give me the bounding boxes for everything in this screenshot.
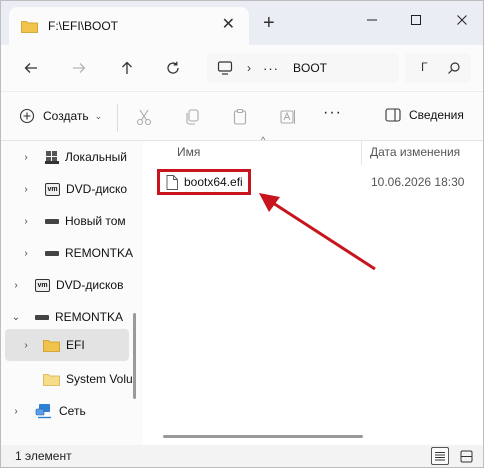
horizontal-scrollbar[interactable] [163, 435, 363, 438]
search-icon [448, 62, 460, 74]
close-window-button[interactable] [447, 7, 477, 33]
details-pane-button[interactable]: Сведения [385, 108, 464, 122]
arrow-right-icon [73, 63, 86, 73]
maximize-button[interactable] [401, 7, 431, 33]
title-bar: F:\EFI\BOOT ✕ + [1, 1, 483, 45]
sidebar-item-label: System Volu [66, 372, 133, 386]
sidebar-item-dvd-1[interactable]: › vm DVD-диско [1, 173, 143, 205]
sidebar-item-local-disk[interactable]: › Локальный [1, 141, 143, 173]
chevron-right-icon[interactable]: › [19, 184, 33, 195]
arrow-up-icon [122, 61, 132, 74]
address-bar[interactable]: › ··· BOOT [207, 53, 399, 83]
chevron-right-icon[interactable]: › [19, 248, 33, 259]
navigation-bar: › ··· BOOT Г [1, 45, 483, 91]
breadcrumb-chevron-icon[interactable]: › [247, 61, 251, 75]
folder-icon [21, 20, 38, 33]
copy-button[interactable] [181, 106, 203, 128]
sidebar-item-label: DVD-диско [66, 182, 128, 196]
chevron-right-icon[interactable]: › [19, 152, 33, 163]
plus-circle-icon [19, 108, 35, 124]
command-bar: Создать ⌄ ··· Сведения [1, 91, 483, 141]
sidebar-item-system-volume[interactable]: System Volu [1, 363, 143, 395]
sidebar-item-label: Локальный [65, 150, 127, 164]
item-count: 1 элемент [15, 449, 72, 463]
chevron-right-icon[interactable]: › [19, 216, 33, 227]
refresh-icon [167, 61, 179, 74]
back-button[interactable] [19, 56, 43, 80]
folder-icon [43, 373, 60, 386]
annotation-arrow [259, 193, 376, 271]
vm-dvd-icon: vm [45, 182, 60, 196]
vm-dvd-icon: vm [35, 278, 50, 292]
more-options-button[interactable]: ··· [323, 104, 342, 122]
sidebar-item-network[interactable]: › Сеть [1, 395, 143, 427]
chevron-right-icon[interactable]: › [19, 340, 33, 351]
status-bar: 1 элемент [1, 445, 483, 467]
breadcrumb-more[interactable]: ··· [263, 61, 279, 76]
chevron-right-icon[interactable]: › [9, 406, 23, 417]
create-label: Создать [43, 109, 89, 123]
search-box[interactable]: Г [405, 53, 471, 83]
up-button[interactable] [115, 56, 139, 80]
sidebar-item-label: DVD-дисков [56, 278, 124, 292]
details-pane-icon [385, 108, 401, 122]
tab-title: F:\EFI\BOOT [48, 19, 119, 33]
chevron-down-icon[interactable]: ⌄ [9, 312, 23, 323]
refresh-button[interactable] [161, 56, 185, 80]
sidebar-item-label: REMONTKA [55, 310, 124, 324]
local-drive-icon [45, 150, 59, 164]
rename-button[interactable] [277, 106, 299, 128]
chevron-down-icon: ⌄ [94, 110, 103, 121]
chevron-right-icon[interactable]: › [9, 280, 23, 291]
sidebar-item-label: Сеть [59, 404, 86, 418]
drive-icon [45, 250, 59, 256]
list-view-icon [435, 452, 445, 461]
copy-icon [186, 109, 199, 125]
details-label: Сведения [409, 108, 464, 122]
tiles-view-icon [460, 450, 472, 462]
rename-icon [280, 110, 295, 124]
navigation-pane: › Локальный › vm DVD-диско › Новый том ›… [1, 141, 143, 445]
file-list: ^ Имя Дата изменения bootx64.efi 10.06.2… [143, 135, 483, 445]
minimize-button[interactable] [357, 7, 387, 33]
sidebar-item-efi[interactable]: › EFI [5, 329, 129, 361]
computer-icon [217, 61, 233, 75]
search-hint: Г [421, 60, 428, 74]
paste-button[interactable] [229, 106, 251, 128]
breadcrumb-current[interactable]: BOOT [293, 61, 327, 75]
cut-button[interactable] [133, 106, 155, 128]
scissors-icon [136, 109, 152, 126]
sidebar-item-label: REMONTKA [65, 246, 134, 260]
arrow-left-icon [24, 63, 37, 73]
sidebar-item-remontka-1[interactable]: › REMONTKA [1, 237, 143, 269]
create-button[interactable]: Создать ⌄ [19, 108, 102, 124]
network-icon [35, 403, 53, 419]
tiles-view-button[interactable] [457, 447, 475, 465]
toolbar-divider [117, 104, 118, 132]
details-view-button[interactable] [431, 447, 449, 465]
sidebar-scrollbar[interactable] [133, 313, 136, 399]
drive-icon [45, 218, 59, 224]
forward-button[interactable] [67, 56, 91, 80]
folder-icon [43, 339, 60, 352]
tab-close-icon[interactable]: ✕ [222, 17, 235, 33]
drive-icon [35, 314, 49, 320]
clipboard-icon [233, 108, 247, 125]
tab-boot[interactable]: F:\EFI\BOOT ✕ [9, 7, 249, 45]
sidebar-item-new-volume[interactable]: › Новый том [1, 205, 143, 237]
sidebar-item-dvd-2[interactable]: › vm DVD-дисков [1, 269, 143, 301]
sidebar-item-label: EFI [66, 338, 85, 352]
sidebar-item-label: Новый том [65, 214, 126, 228]
new-tab-button[interactable]: + [263, 13, 275, 33]
file-explorer-window: F:\EFI\BOOT ✕ + › ··· BOOT Г Создать ⌄ ·… [0, 0, 484, 468]
